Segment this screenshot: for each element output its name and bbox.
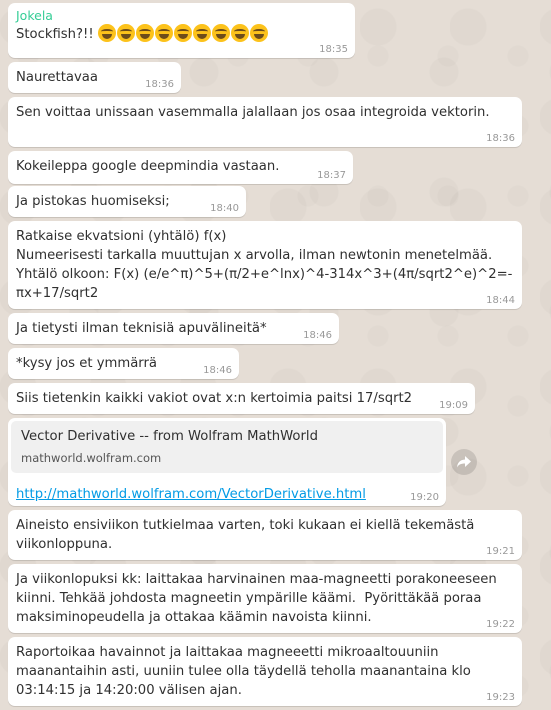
link-preview-title: Vector Derivative -- from Wolfram MathWo… [21,429,318,444]
face-with-tears-of-joy-icon [249,24,268,42]
link-preview-card[interactable]: Vector Derivative -- from Wolfram MathWo… [11,421,443,473]
message-text: *kysy jos et ymmärrä [16,356,157,371]
forward-button[interactable] [451,449,477,475]
message-link[interactable]: http://mathworld.wolfram.com/VectorDeriv… [11,486,443,504]
message-timestamp: 19:20 [410,492,439,503]
message-timestamp: 18:36 [486,133,515,144]
face-with-tears-of-joy-icon [230,24,249,42]
message-text: Sen voittaa unissaan vasemmalla jalallaa… [16,105,490,120]
message-text: Stockfish?!! [16,24,347,44]
message-text-body: Stockfish?!! [16,27,98,42]
message-timestamp: 18:40 [210,203,239,214]
sender-name[interactable]: Jokela [16,7,347,24]
message-timestamp: 18:46 [303,330,332,341]
message-timestamp: 18:37 [317,170,346,181]
message-text: Ja pistokas huomiseksi; [16,194,170,209]
message-text: Ja tietysti ilman teknisiä apuvälineitä* [16,321,267,336]
message-bubble[interactable]: *kysy jos et ymmärrä 18:46 [8,348,239,379]
message-text: Aineisto ensiviikon tutkielmaa varten, t… [16,518,479,552]
message-bubble[interactable]: Ratkaise ekvatsioni (yhtälö) f(x) Numeer… [8,221,522,309]
message-bubble[interactable]: Ja viikonlopuksi kk: laittakaa harvinain… [8,564,522,633]
face-with-tears-of-joy-icon [116,24,135,42]
message-timestamp: 19:23 [486,692,515,703]
face-with-tears-of-joy-icon [173,24,192,42]
message-bubble[interactable]: Jokela Stockfish?!! 18:35 [8,3,355,58]
message-timestamp: 18:44 [486,295,515,306]
face-with-tears-of-joy-icon [211,24,230,42]
message-bubble[interactable]: Sen voittaa unissaan vasemmalla jalallaa… [8,97,522,147]
forward-share-icon [457,456,471,468]
message-text: Raportoikaa havainnot ja laittakaa magne… [16,645,476,698]
message-timestamp: 18:46 [203,365,232,376]
message-text: Siis tietenkin kaikki vakiot ovat x:n ke… [16,391,413,406]
message-timestamp: 18:35 [319,44,348,55]
message-timestamp: 18:36 [145,79,174,90]
message-bubble[interactable]: Ja pistokas huomiseksi; 18:40 [8,186,246,217]
message-bubble[interactable]: Ja tietysti ilman teknisiä apuvälineitä*… [8,313,339,344]
laughing-emoji-row [97,24,269,42]
message-bubble[interactable]: Kokeileppa google deepmindia vastaan. 18… [8,151,353,184]
message-bubble[interactable]: Naurettavaa 18:36 [8,62,181,93]
message-timestamp: 19:21 [486,546,515,557]
message-timestamp: 19:09 [439,400,468,411]
message-text: Kokeileppa google deepmindia vastaan. [16,159,280,174]
message-bubble[interactable]: Raportoikaa havainnot ja laittakaa magne… [8,637,522,706]
message-bubble[interactable]: Siis tietenkin kaikki vakiot ovat x:n ke… [8,383,475,414]
message-text: Ratkaise ekvatsioni (yhtälö) f(x) Numeer… [16,229,513,301]
face-with-tears-of-joy-icon [97,24,116,42]
message-bubble[interactable]: Aineisto ensiviikon tutkielmaa varten, t… [8,510,522,560]
message-text: Ja viikonlopuksi kk: laittakaa harvinain… [16,572,501,625]
face-with-tears-of-joy-icon [154,24,173,42]
link-preview-domain: mathworld.wolfram.com [21,451,162,465]
link-message-bubble[interactable]: Vector Derivative -- from Wolfram MathWo… [8,418,446,506]
message-timestamp: 19:22 [486,619,515,630]
face-with-tears-of-joy-icon [192,24,211,42]
face-with-tears-of-joy-icon [135,24,154,42]
